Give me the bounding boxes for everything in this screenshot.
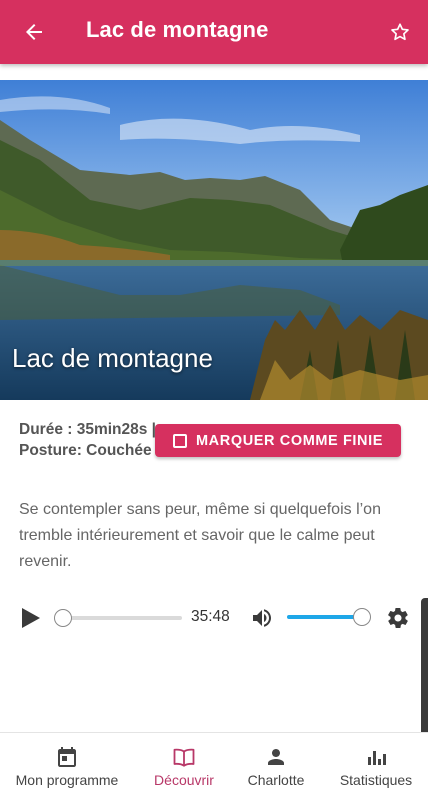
page-title: Lac de montagne <box>86 17 269 42</box>
mark-as-done-label: MARQUER COMME FINIE <box>196 432 384 449</box>
progress-thumb[interactable] <box>54 609 72 627</box>
mark-as-done-button[interactable]: MARQUER COMME FINIE <box>155 424 401 457</box>
arrow-left-icon <box>26 24 42 40</box>
app-root: Lac de montagne Lac de montagne Durée: … <box>0 0 428 800</box>
progress-track[interactable] <box>62 616 182 620</box>
person-icon <box>268 749 284 765</box>
audio-player: 35:48 <box>0 598 428 638</box>
nav-label: Statistiques <box>339 772 413 788</box>
nav-label: Mon programme <box>15 772 119 788</box>
nav-item-decouvrir[interactable]: Découvrir <box>140 733 228 800</box>
favorite-button[interactable] <box>386 18 414 46</box>
volume-up-icon[interactable] <box>250 606 274 630</box>
star-outline-icon <box>391 23 409 41</box>
bar-chart-icon <box>368 751 386 765</box>
nav-label: Charlotte <box>247 772 305 788</box>
session-description: Se contempler sans peur, même si quelque… <box>19 501 381 570</box>
volume-thumb[interactable] <box>353 608 371 626</box>
nav-item-statistiques[interactable]: Statistiques <box>328 733 424 800</box>
nav-item-charlotte[interactable]: Charlotte <box>236 733 316 800</box>
elapsed-time: 35:48 <box>191 608 230 625</box>
hero-image: Lac de montagne <box>0 80 428 400</box>
hero-caption: Lac de montagne <box>12 343 213 373</box>
bottom-navigation: Mon programme Découvrir Charlotte Statis… <box>0 732 428 800</box>
back-button[interactable] <box>20 18 48 46</box>
app-bar: Lac de montagne <box>0 0 428 64</box>
play-icon[interactable] <box>20 606 42 630</box>
checkbox-outline-icon <box>173 433 187 448</box>
book-open-icon <box>173 748 195 767</box>
calendar-icon <box>58 747 76 767</box>
nav-item-mon-programme[interactable]: Mon programme <box>0 733 134 800</box>
volume-track[interactable] <box>287 615 363 619</box>
session-meta: Durée : 35min28s | Posture: Couchée <box>19 421 157 459</box>
gear-icon[interactable] <box>386 606 410 630</box>
nav-label: Découvrir <box>154 772 214 788</box>
